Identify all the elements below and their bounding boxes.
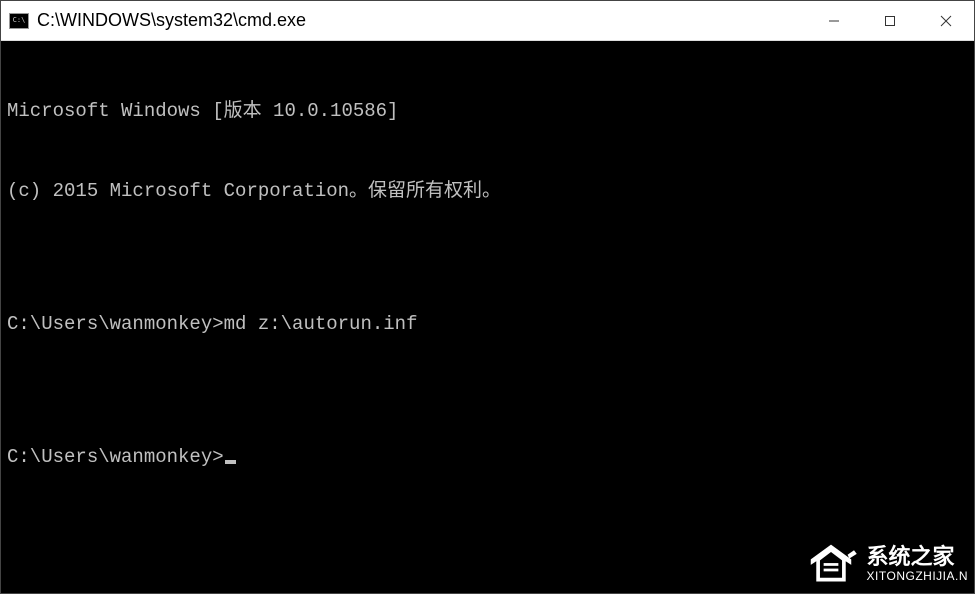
watermark-url: XITONGZHIJIA.N (867, 570, 968, 583)
maximize-button[interactable] (862, 1, 918, 40)
terminal-area[interactable]: Microsoft Windows [版本 10.0.10586] (c) 20… (1, 41, 974, 593)
window-title: C:\WINDOWS\system32\cmd.exe (37, 10, 806, 31)
watermark-text: 系统之家 XITONGZHIJIA.N (867, 545, 968, 582)
close-icon (940, 15, 952, 27)
terminal-line-version: Microsoft Windows [版本 10.0.10586] (7, 98, 968, 125)
titlebar[interactable]: C:\WINDOWS\system32\cmd.exe (1, 1, 974, 41)
maximize-icon (884, 15, 896, 27)
cmd-window: C:\WINDOWS\system32\cmd.exe Microsoft Wi… (0, 0, 975, 594)
terminal-prompt-current: C:\Users\wanmonkey> (7, 444, 968, 471)
watermark: 系统之家 XITONGZHIJIA.N (803, 541, 968, 587)
cmd-icon (9, 13, 29, 29)
watermark-name: 系统之家 (867, 545, 968, 569)
cursor-icon (225, 460, 236, 464)
close-button[interactable] (918, 1, 974, 40)
minimize-icon (828, 15, 840, 27)
terminal-line-copyright: (c) 2015 Microsoft Corporation。保留所有权利。 (7, 178, 968, 205)
window-controls (806, 1, 974, 40)
prompt-text: C:\Users\wanmonkey> (7, 446, 224, 468)
terminal-command-1: C:\Users\wanmonkey>md z:\autorun.inf (7, 311, 968, 338)
minimize-button[interactable] (806, 1, 862, 40)
watermark-logo-icon (803, 541, 859, 587)
